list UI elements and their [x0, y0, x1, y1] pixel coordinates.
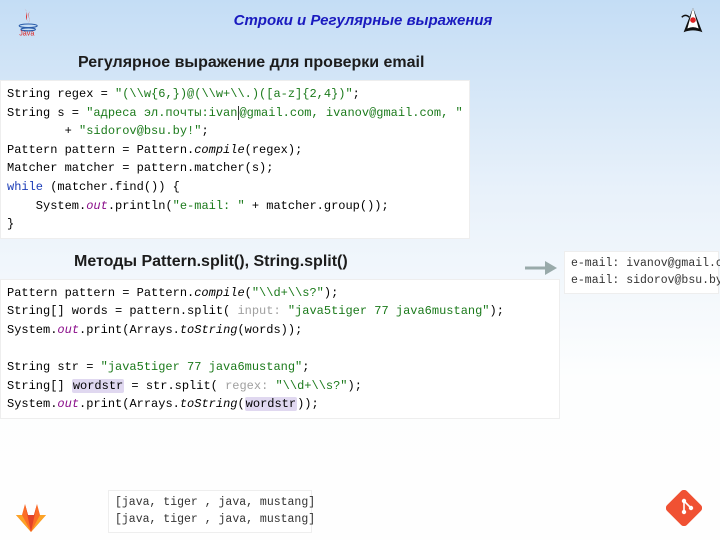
slide-title: Строки и Регулярные выражения	[234, 12, 493, 29]
code-block-email-regex: String regex = "(\\w{6,})@(\\w+\\.)([a-z…	[0, 80, 470, 239]
svg-text:Java: Java	[19, 29, 34, 37]
git-logo-icon	[666, 490, 702, 526]
output-split: [java, tiger , java, mustang] [java, tig…	[108, 490, 312, 533]
section1-title: Регулярное выражение для проверки email	[78, 54, 720, 72]
gitlab-logo-icon	[14, 502, 48, 534]
code-block-split: Pattern pattern = Pattern.compile("\\d+\…	[0, 279, 560, 419]
duke-mascot-icon	[678, 6, 708, 36]
java-logo-icon: Java	[12, 6, 48, 36]
arrow-right-icon	[523, 259, 557, 277]
slide-header: Java Строки и Регулярные выражения	[0, 0, 720, 36]
output-email: e-mail: ivanov@gmail.com e-mail: sidorov…	[564, 251, 719, 294]
